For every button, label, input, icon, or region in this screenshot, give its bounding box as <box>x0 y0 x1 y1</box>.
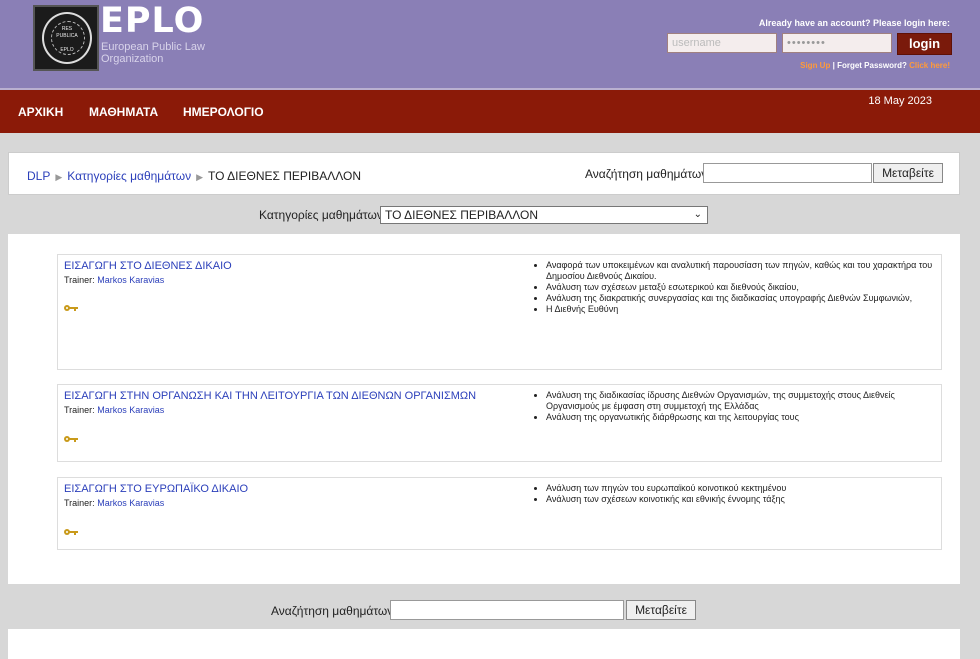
brand-subtitle-line2: Organization <box>101 53 164 65</box>
category-row: Κατηγορίες μαθημάτων: ΤΟ ΔΙΕΘΝΕΣ ΠΕΡΙΒΑΛ… <box>0 206 980 226</box>
course-trainer: Trainer: Markos Karavias <box>64 498 164 508</box>
trainer-label: Trainer: <box>64 498 95 508</box>
chevron-down-icon: ⌄ <box>693 209 702 220</box>
nav-item-courses[interactable]: ΜΑΘΗΜΑΤΑ <box>89 105 158 119</box>
category-selected-value: ΤΟ ΔΙΕΘΝΕΣ ΠΕΡΙΒΑΛΛΟΝ <box>385 208 539 222</box>
breadcrumb-item-dlp[interactable]: DLP <box>27 169 50 183</box>
password-field[interactable]: •••••••• <box>782 33 892 53</box>
course-title-link[interactable]: ΕΙΣΑΓΩΓΗ ΣΤΟ ΕΥΡΩΠΑΪΚΟ ΔΙΚΑΙΟ <box>64 483 248 495</box>
summary-item: Ανάλυση της διακρατικής συνεργασίας και … <box>546 293 936 304</box>
signup-separator: | <box>832 61 835 70</box>
site-header: RES PUBLICA EPLO EPLO European Public La… <box>0 0 980 88</box>
summary-item: Ανάλυση της οργανωτικής διάρθρωσης και τ… <box>546 412 936 423</box>
footer-panel <box>8 629 960 659</box>
signup-row: Sign Up | Forget Password? Click here! <box>800 61 950 70</box>
course-card: ΕΙΣΑΓΩΓΗ ΣΤΟ ΔΙΕΘΝΕΣ ΔΙΚΑΙΟ Trainer: Mar… <box>57 254 942 370</box>
breadcrumb-arrow-icon: ▶ <box>196 172 204 182</box>
summary-item: Ανάλυση των σχέσεων κοινοτικής και εθνικ… <box>546 494 936 505</box>
brand-subtitle-line1: European Public Law <box>101 41 205 53</box>
course-title-link[interactable]: ΕΙΣΑΓΩΓΗ ΣΤΟ ΔΙΕΘΝΕΣ ΔΙΚΑΙΟ <box>64 260 232 272</box>
course-list: ΕΙΣΑΓΩΓΗ ΣΤΟ ΔΙΕΘΝΕΣ ΔΙΚΑΙΟ Trainer: Mar… <box>8 234 960 584</box>
current-date: 18 May 2023 <box>868 95 932 107</box>
seal-text-bottom: EPLO <box>60 47 74 53</box>
trainer-label: Trainer: <box>64 405 95 415</box>
click-here-link[interactable]: Click here! <box>909 61 950 70</box>
course-card: ΕΙΣΑΓΩΓΗ ΣΤΟ ΕΥΡΩΠΑΪΚΟ ΔΙΚΑΙΟ Trainer: M… <box>57 477 942 550</box>
trainer-link[interactable]: Markos Karavias <box>97 498 164 508</box>
breadcrumb-bar: DLP ▶ Κατηγορίες μαθημάτων ▶ ΤΟ ΔΙΕΘΝΕΣ ΠΕΡΙ… <box>8 152 960 195</box>
seal-text-top: RES <box>61 26 73 32</box>
course-summary: Αναφορά των υποκειμένων και αναλυτική πα… <box>536 260 936 315</box>
course-trainer: Trainer: Markos Karavias <box>64 405 164 415</box>
brand-name[interactable]: EPLO <box>100 1 204 41</box>
trainer-link[interactable]: Markos Karavias <box>97 275 164 285</box>
key-icon[interactable] <box>64 528 78 536</box>
summary-item: Ανάλυση των σχέσεων μεταξύ εσωτερικού κα… <box>546 282 936 293</box>
logo-seal[interactable]: RES PUBLICA EPLO <box>33 5 99 71</box>
seal-icon: RES PUBLICA EPLO <box>42 12 92 64</box>
breadcrumb-item-current: ΤΟ ΔΙΕΘΝΕΣ ΠΕΡΙΒΑΛΛΟΝ <box>208 169 362 183</box>
breadcrumb-arrow-icon: ▶ <box>55 172 63 182</box>
login-button[interactable]: login <box>897 33 952 55</box>
summary-item: Αναφορά των υποκειμένων και αναλυτική πα… <box>546 260 936 282</box>
course-title-link[interactable]: ΕΙΣΑΓΩΓΗ ΣΤΗΝ ΟΡΓΑΝΩΣΗ ΚΑΙ ΤΗΝ ΛΕΙΤΟΥΡΓΙ… <box>64 390 476 402</box>
course-card: ΕΙΣΑΓΩΓΗ ΣΤΗΝ ΟΡΓΑΝΩΣΗ ΚΑΙ ΤΗΝ ΛΕΙΤΟΥΡΓΙ… <box>57 384 942 462</box>
main-nav: ΑΡΧΙΚΗ ΜΑΘΗΜΑΤΑ ΗΜΕΡΟΛΟΓΙΟ 18 May 2023 <box>0 88 980 133</box>
forget-password-text: Forget Password? <box>837 61 907 70</box>
summary-item: Ανάλυση της διαδικασίας ίδρυσης Διεθνών … <box>546 390 936 412</box>
search-input[interactable] <box>703 163 872 183</box>
seal-text-mid: PUBLICA <box>56 33 78 39</box>
trainer-link[interactable]: Markos Karavias <box>97 405 164 415</box>
key-icon[interactable] <box>64 435 78 443</box>
bottom-search-button[interactable]: Μεταβείτε <box>626 600 696 620</box>
breadcrumb: DLP ▶ Κατηγορίες μαθημάτων ▶ ΤΟ ΔΙΕΘΝΕΣ ΠΕΡΙ… <box>27 169 361 183</box>
brand-subtitle: European Public Law Organization <box>101 41 205 65</box>
summary-item: Ανάλυση των πηγών του ευρωπαϊκού κοινοτι… <box>546 483 936 494</box>
course-summary: Ανάλυση της διαδικασίας ίδρυσης Διεθνών … <box>536 390 936 423</box>
category-select[interactable]: ΤΟ ΔΙΕΘΝΕΣ ΠΕΡΙΒΑΛΛΟΝ ⌄ <box>380 206 708 224</box>
signup-link[interactable]: Sign Up <box>800 61 830 70</box>
summary-item: Η Διεθνής Ευθύνη <box>546 304 936 315</box>
nav-item-calendar[interactable]: ΗΜΕΡΟΛΟΓΙΟ <box>183 105 264 119</box>
search-button[interactable]: Μεταβείτε <box>873 163 943 183</box>
bottom-search-input[interactable] <box>390 600 624 620</box>
account-prompt: Already have an account? Please login he… <box>758 18 950 28</box>
key-icon[interactable] <box>64 304 78 312</box>
bottom-search-label: Αναζήτηση μαθημάτων: <box>271 604 397 618</box>
trainer-label: Trainer: <box>64 275 95 285</box>
breadcrumb-item-categories[interactable]: Κατηγορίες μαθημάτων <box>67 169 191 183</box>
course-summary: Ανάλυση των πηγών του ευρωπαϊκού κοινοτι… <box>536 483 936 505</box>
search-label: Αναζήτηση μαθημάτων: <box>585 167 711 181</box>
course-trainer: Trainer: Markos Karavias <box>64 275 164 285</box>
nav-item-home[interactable]: ΑΡΧΙΚΗ <box>18 105 63 119</box>
username-field[interactable]: username <box>667 33 777 53</box>
category-label: Κατηγορίες μαθημάτων: <box>259 208 387 222</box>
